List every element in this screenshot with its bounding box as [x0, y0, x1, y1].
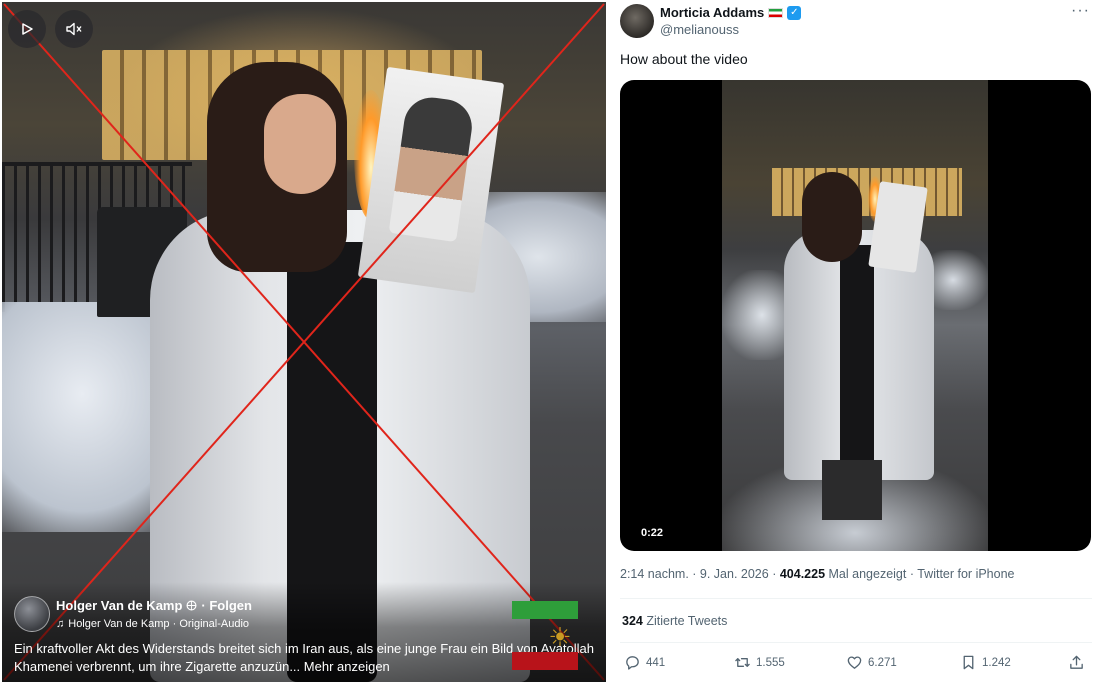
- verified-badge-icon: ✓: [787, 5, 802, 20]
- reply-button[interactable]: 441: [624, 654, 665, 671]
- bookmark-icon: [963, 655, 974, 670]
- display-name[interactable]: Morticia Addams: [660, 5, 764, 20]
- reply-count: 441: [646, 656, 666, 669]
- video-duration: 0:22: [636, 525, 669, 541]
- instagram-video-post[interactable]: Holger Van de Kamp · Folgen ♫ Holger Van…: [2, 2, 606, 682]
- flag-red-stripe: [512, 652, 578, 670]
- bookmark-count: 1.242: [982, 656, 1011, 669]
- post-caption: Ein kraftvoller Akt des Widerstands brei…: [14, 640, 594, 676]
- tweet: Morticia Addams ✓ @melianouss ··· How ab…: [612, 0, 1100, 685]
- like-button[interactable]: 6.271: [846, 654, 897, 671]
- mute-button[interactable]: [55, 10, 93, 48]
- globe-icon: [186, 600, 197, 611]
- video-thumbnail[interactable]: [722, 80, 988, 551]
- music-note-icon: ♫: [56, 618, 65, 630]
- avatar[interactable]: [620, 4, 654, 38]
- author-line[interactable]: Holger Van de Kamp · Folgen: [56, 598, 252, 613]
- follow-link[interactable]: · Folgen: [201, 598, 252, 613]
- quote-count: 324: [622, 614, 643, 628]
- share-icon: [1070, 655, 1083, 669]
- lion-and-sun-emblem: ☀: [548, 622, 572, 652]
- show-more-link[interactable]: Mehr anzeigen: [304, 659, 390, 674]
- audio-label: Holger Van de Kamp · Original-Audio: [68, 618, 250, 630]
- red-cross-mark: [3, 3, 605, 681]
- share-button[interactable]: [1068, 654, 1085, 671]
- author-avatar[interactable]: [14, 596, 50, 632]
- divider: [620, 598, 1092, 599]
- tweet-video[interactable]: 0:22: [620, 80, 1091, 551]
- iran-flag-icon: [768, 7, 784, 18]
- audio-line[interactable]: ♫ Holger Van de Kamp · Original-Audio: [56, 618, 249, 630]
- like-count: 6.271: [868, 656, 897, 669]
- view-count: 404.225: [779, 567, 826, 581]
- quote-tweets-link[interactable]: 324 Zitierte Tweets: [622, 614, 727, 628]
- play-icon: [22, 23, 33, 35]
- quote-label: Zitierte Tweets: [646, 614, 728, 628]
- tweet-text: How about the video: [620, 51, 748, 67]
- more-options-icon[interactable]: ···: [1071, 2, 1090, 20]
- tweet-meta: 2:14 nachm. · 9. Jan. 2026 · 404.225 Mal…: [620, 567, 1015, 581]
- bookmark-button[interactable]: 1.242: [960, 654, 1011, 671]
- retweet-button[interactable]: 1.555: [734, 654, 785, 671]
- view-label: Mal angezeigt · Twitter for iPhone: [828, 567, 1015, 581]
- retweet-count: 1.555: [756, 656, 785, 669]
- muted-speaker-icon: [66, 22, 82, 36]
- tweet-actions: 441 1.555 6.271 1.242: [620, 652, 1086, 678]
- play-button[interactable]: [8, 10, 46, 48]
- timestamp[interactable]: 2:14 nachm. · 9. Jan. 2026: [620, 567, 769, 581]
- display-name-line[interactable]: Morticia Addams ✓: [660, 5, 802, 20]
- flag-green-stripe: [512, 601, 578, 619]
- user-handle[interactable]: @melianouss: [660, 22, 739, 37]
- divider: [620, 642, 1092, 643]
- heart-icon: [847, 656, 862, 669]
- retweet-icon: [735, 658, 750, 667]
- reply-icon: [626, 656, 639, 670]
- author-name[interactable]: Holger Van de Kamp: [56, 598, 182, 613]
